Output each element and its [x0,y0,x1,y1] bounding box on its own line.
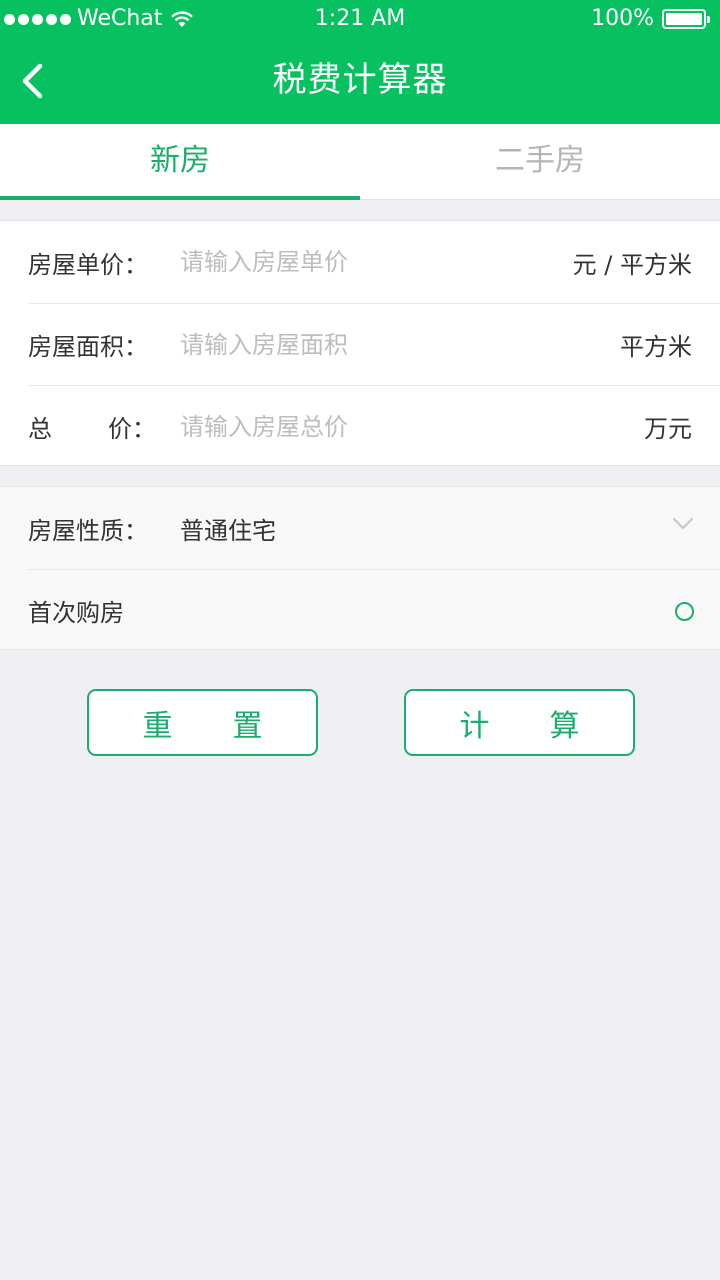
battery-percent: 100% [591,6,654,31]
area-row: 房屋面积： 平方米 [28,303,720,385]
battery-icon [662,9,710,29]
reset-button-label: 重置 [142,708,323,744]
total-price-label: 总 价： [28,409,180,444]
first-purchase-label: 首次购房 [28,599,124,627]
property-type-label: 房屋性质： [28,516,148,545]
price-form: 房屋单价： 元 / 平方米 房屋面积： 平方米 总 价： 万元 [0,220,720,466]
tab-new-house[interactable]: 新房 [0,124,360,200]
header: WeChat 1:21 AM 100% 税费计算器 [0,0,720,124]
first-purchase-row[interactable]: 首次购房 [28,569,720,651]
chevron-down-icon [672,517,694,530]
property-type-row[interactable]: 房屋性质： 普通住宅 [28,487,720,569]
total-price-label-first: 总 [28,415,52,443]
property-type-value: 普通住宅 [180,516,276,545]
radio-unchecked-icon[interactable] [675,602,694,621]
area-label: 房屋面积： [28,333,148,361]
unit-price-row: 房屋单价： 元 / 平方米 [28,221,720,303]
calculate-button-label: 计算 [459,708,640,744]
tab-bar: 新房 二手房 [0,124,720,200]
unit-price-unit: 元 / 平方米 [572,250,692,279]
total-price-input[interactable] [180,406,720,447]
calculate-button[interactable]: 计算 [404,689,635,756]
total-price-unit: 万元 [644,415,692,443]
page-title: 税费计算器 [272,60,448,100]
reset-button[interactable]: 重置 [87,689,318,756]
unit-price-label: 房屋单价： [28,250,148,279]
total-price-row: 总 价： 万元 [28,385,720,467]
battery-status: 100% [591,6,710,32]
total-price-label-last: 价： [108,415,156,443]
area-unit: 平方米 [620,333,692,361]
status-bar: WeChat 1:21 AM 100% [0,0,720,40]
tab-second-hand-house[interactable]: 二手房 [360,124,720,199]
options-form: 房屋性质： 普通住宅 首次购房 [0,486,720,650]
nav-bar: 税费计算器 [0,40,720,124]
